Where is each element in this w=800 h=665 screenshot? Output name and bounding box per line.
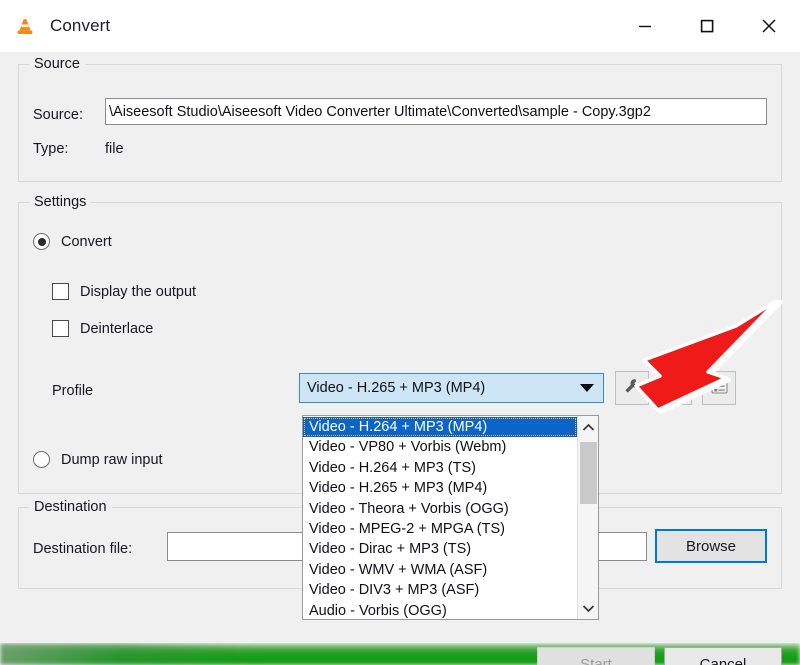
dump-raw-radio-label: Dump raw input bbox=[61, 452, 163, 468]
red-x-icon bbox=[665, 376, 685, 401]
destination-file-label: Destination file: bbox=[33, 541, 132, 557]
dump-raw-input-radio[interactable]: Dump raw input bbox=[33, 451, 163, 468]
dropdown-scrollbar[interactable] bbox=[577, 416, 598, 619]
scroll-down-arrow-icon[interactable] bbox=[578, 597, 598, 619]
screen: Convert bbox=[0, 0, 800, 665]
radio-mark-dump-raw bbox=[33, 451, 50, 468]
title-bar-left: Convert bbox=[0, 13, 110, 39]
new-profile-icon bbox=[709, 375, 730, 401]
dropdown-option[interactable]: Audio - Vorbis (OGG) bbox=[303, 601, 577, 619]
settings-group-label: Settings bbox=[29, 194, 91, 210]
source-field-label: Source: bbox=[33, 107, 83, 123]
close-icon[interactable] bbox=[738, 0, 800, 52]
convert-radio[interactable]: Convert bbox=[33, 233, 112, 250]
dropdown-option[interactable]: Video - Dirac + MP3 (TS) bbox=[303, 539, 577, 559]
scrollbar-thumb[interactable] bbox=[580, 442, 597, 504]
type-field-label: Type: bbox=[33, 141, 68, 157]
minimize-icon[interactable] bbox=[614, 0, 676, 52]
dropdown-option[interactable]: Video - VP80 + Vorbis (Webm) bbox=[303, 437, 577, 457]
delete-profile-button[interactable] bbox=[658, 371, 692, 405]
dropdown-option[interactable]: Video - DIV3 + MP3 (ASF) bbox=[303, 580, 577, 600]
type-value: file bbox=[105, 141, 124, 157]
new-profile-button[interactable] bbox=[702, 371, 736, 405]
source-group-label: Source bbox=[29, 56, 85, 72]
window-controls bbox=[614, 0, 800, 52]
cancel-button[interactable]: Cancel bbox=[664, 647, 782, 665]
display-output-checkbox[interactable]: Display the output bbox=[52, 283, 196, 300]
start-button[interactable]: Start bbox=[537, 647, 655, 665]
vlc-cone-icon bbox=[12, 13, 38, 39]
dropdown-option[interactable]: Video - WMV + WMA (ASF) bbox=[303, 560, 577, 580]
wrench-icon bbox=[622, 376, 642, 401]
source-group: Source Source: \Aiseesoft Studio\Aiseeso… bbox=[18, 64, 782, 182]
deinterlace-checkbox[interactable]: Deinterlace bbox=[52, 320, 153, 337]
dropdown-options: Video - H.264 + MP3 (MP4)Video - VP80 + … bbox=[303, 416, 577, 619]
edit-profile-button[interactable] bbox=[615, 371, 649, 405]
checkbox-mark-deinterlace bbox=[52, 320, 69, 337]
dropdown-option[interactable]: Video - MPEG-2 + MPGA (TS) bbox=[303, 519, 577, 539]
convert-radio-label: Convert bbox=[61, 234, 112, 250]
profile-selected-value: Video - H.265 + MP3 (MP4) bbox=[307, 380, 485, 396]
chevron-down-icon bbox=[580, 384, 594, 392]
radio-mark-convert bbox=[33, 233, 50, 250]
window-title: Convert bbox=[50, 16, 110, 36]
dropdown-option[interactable]: Video - H.264 + MP3 (TS) bbox=[303, 458, 577, 478]
profile-combobox[interactable]: Video - H.265 + MP3 (MP4) bbox=[299, 373, 604, 403]
scroll-up-arrow-icon[interactable] bbox=[578, 416, 598, 438]
title-bar: Convert bbox=[0, 0, 800, 52]
profile-label: Profile bbox=[52, 383, 93, 399]
source-input[interactable]: \Aiseesoft Studio\Aiseesoft Video Conver… bbox=[105, 98, 767, 125]
dropdown-option[interactable]: Video - H.264 + MP3 (MP4) bbox=[303, 417, 577, 437]
deinterlace-label: Deinterlace bbox=[80, 321, 153, 337]
dropdown-option[interactable]: Video - Theora + Vorbis (OGG) bbox=[303, 499, 577, 519]
display-output-label: Display the output bbox=[80, 284, 196, 300]
checkbox-mark-display-output bbox=[52, 283, 69, 300]
profile-dropdown-list[interactable]: Video - H.264 + MP3 (MP4)Video - VP80 + … bbox=[302, 415, 599, 620]
maximize-icon[interactable] bbox=[676, 0, 738, 52]
browse-button[interactable]: Browse bbox=[655, 529, 767, 563]
destination-group-label: Destination bbox=[29, 499, 112, 515]
dropdown-option[interactable]: Video - H.265 + MP3 (MP4) bbox=[303, 478, 577, 498]
